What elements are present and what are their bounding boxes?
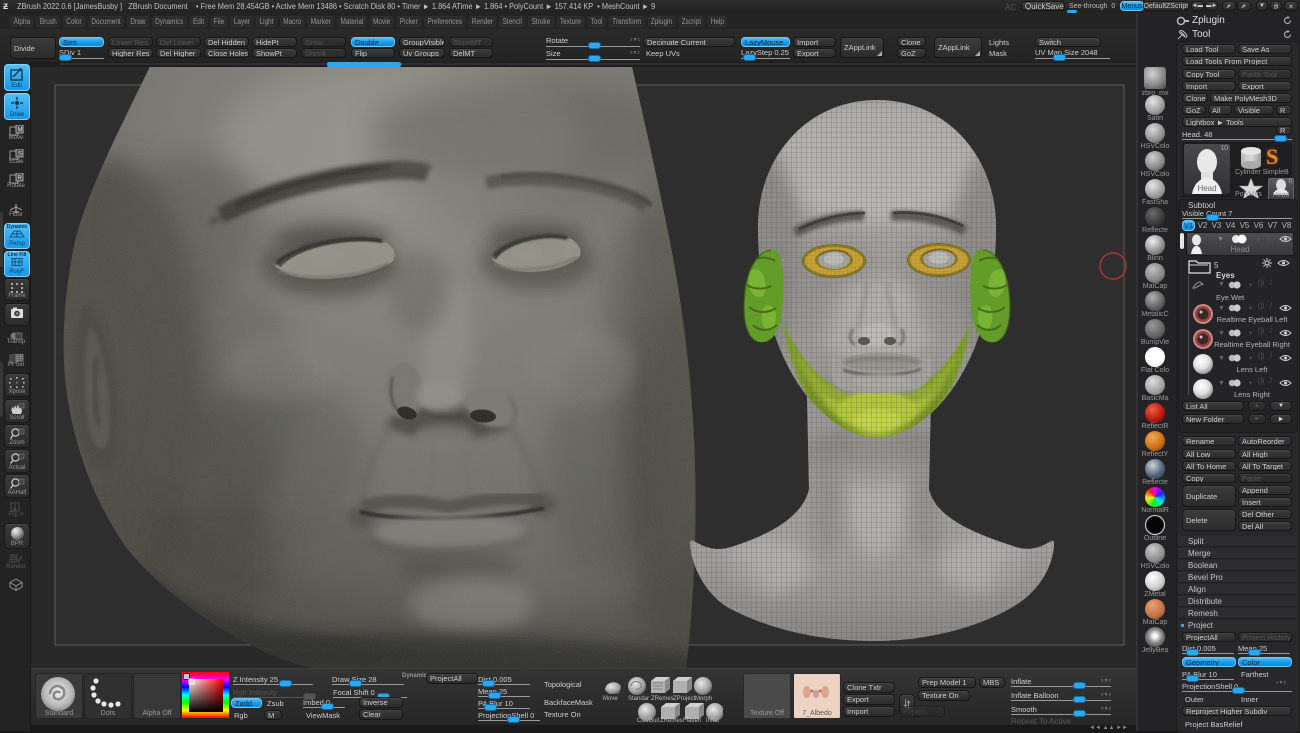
svg-text:S: S [18, 152, 22, 158]
svg-text:Flatten: Flatten [683, 718, 701, 722]
svg-text:ClayBuil: ClayBuil [637, 718, 659, 722]
svg-text:Morph: Morph [695, 696, 712, 702]
svg-text:R: R [18, 176, 23, 182]
svg-text:Move: Move [603, 696, 618, 702]
svg-text:Standar: Standar [628, 696, 649, 702]
svg-text:ZRemes: ZRemes [651, 696, 674, 702]
svg-text:ZProject: ZProject [673, 696, 696, 702]
svg-text:ZRemes: ZRemes [660, 718, 683, 722]
svg-text:M: M [18, 128, 23, 134]
svg-text:Inflat: Inflat [706, 718, 719, 722]
